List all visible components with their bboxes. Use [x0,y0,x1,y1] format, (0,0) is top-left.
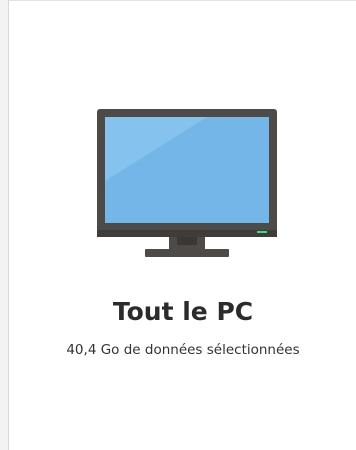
card-title: Tout le PC [112,297,254,326]
desktop-monitor-icon [97,109,277,257]
card-subtitle: 40,4 Go de données sélectionnées [66,342,300,358]
backup-option-card-whole-pc[interactable]: Tout le PC 40,4 Go de données sélectionn… [8,0,356,450]
